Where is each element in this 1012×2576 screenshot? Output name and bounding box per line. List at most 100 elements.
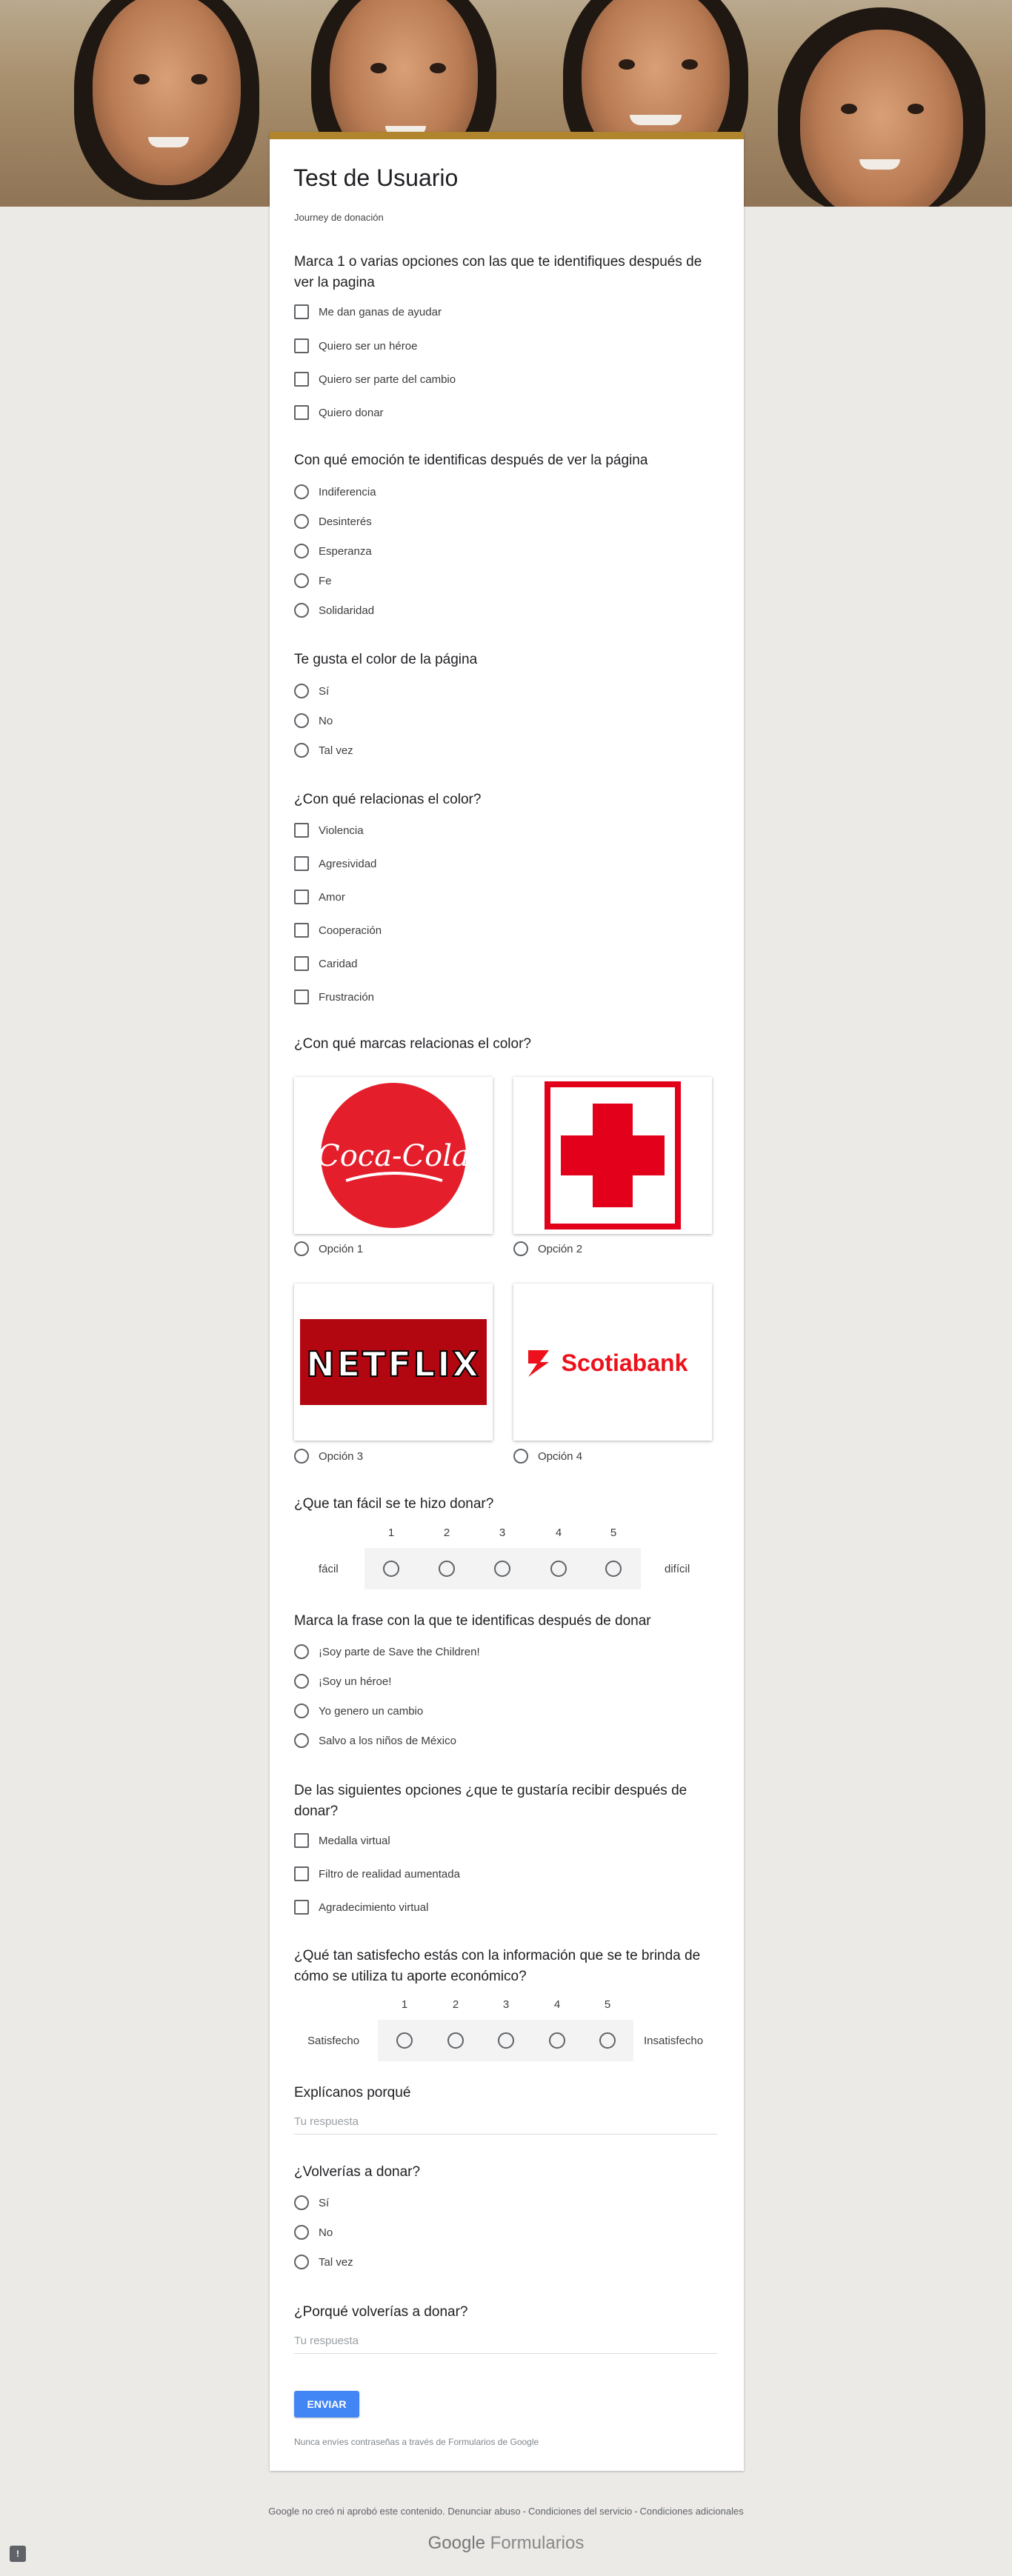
checkbox[interactable] [294,304,309,319]
checkbox-option[interactable]: Frustración [294,989,374,1005]
question-title: ¿Porqué volverías a donar? [294,2304,468,2320]
radio-button[interactable] [294,544,309,558]
checkbox-option[interactable]: Amor [294,889,345,905]
checkbox[interactable] [294,856,309,871]
radio-option[interactable]: Tal vez [294,742,353,758]
radio-option[interactable]: Sí [294,2195,329,2211]
radio-option[interactable]: Salvo a los niños de México [294,1732,456,1749]
checkbox-option[interactable]: Agresividad [294,855,376,872]
scale-radio-1[interactable] [396,2032,413,2049]
radio-button[interactable] [294,573,309,588]
radio-button[interactable] [294,713,309,728]
report-problem-icon[interactable]: ! [10,2546,26,2562]
checkbox-option[interactable]: Medalla virtual [294,1832,390,1849]
checkbox[interactable] [294,405,309,420]
checkbox-option[interactable]: Cooperación [294,922,382,938]
radio-button[interactable] [294,484,309,499]
checkbox[interactable] [294,338,309,353]
checkbox[interactable] [294,823,309,838]
link-report-abuse[interactable]: Denunciar abuso [447,2506,520,2517]
radio-option[interactable]: Opción 3 [294,1448,363,1464]
radio-button[interactable] [294,1449,309,1464]
scale-radio-2[interactable] [439,1561,455,1577]
checkbox[interactable] [294,1866,309,1881]
scale-number: 3 [502,1998,510,2011]
radio-button[interactable] [294,2225,309,2240]
radio-option[interactable]: Yo genero un cambio [294,1703,423,1719]
scale-number: 1 [401,1998,408,2011]
scale-radio-4[interactable] [549,2032,565,2049]
scale-radio-5[interactable] [605,1561,622,1577]
checkbox[interactable] [294,956,309,971]
radio-option[interactable]: Tal vez [294,2254,353,2270]
scotiabank-logo-text: Scotiabank [562,1349,688,1376]
radio-button[interactable] [294,2195,309,2210]
radio-button[interactable] [294,1733,309,1748]
short-answer-input[interactable]: Tu respuesta [294,2112,718,2135]
question-title: Con qué emoción te identificas después d… [294,453,648,468]
checkbox-option[interactable]: Caridad [294,955,358,972]
radio-button[interactable] [294,514,309,529]
question-title: ¿Qué tan satisfecho estás con la informa… [294,1948,701,1984]
radio-button[interactable] [294,1704,309,1718]
coca-cola-logo-image[interactable]: Coca-Cola [294,1077,493,1234]
link-terms-of-service[interactable]: Condiciones del servicio [528,2506,632,2517]
link-additional-terms[interactable]: Condiciones adicionales [640,2506,744,2517]
google-forms-logo[interactable]: Google Formularios [0,2533,1012,2554]
question-title: De las siguientes opciones ¿que te gusta… [294,1783,688,1819]
radio-option[interactable]: Esperanza [294,543,372,559]
scale-radio-1[interactable] [383,1561,399,1577]
radio-option[interactable]: Solidaridad [294,602,374,618]
scale-radio-5[interactable] [599,2032,616,2049]
submit-button[interactable]: ENVIAR [294,2391,359,2417]
radio-option[interactable]: Opción 2 [513,1241,582,1257]
radio-option[interactable]: ¡Soy un héroe! [294,1673,391,1689]
scale-number: 3 [499,1526,506,1539]
checkbox[interactable] [294,923,309,938]
scotiabank-logo-image[interactable]: Scotiabank [513,1284,712,1441]
checkbox-option[interactable]: Agradecimiento virtual [294,1899,428,1915]
footer-disclaimer: Google no creó ni aprobó este contenido. [268,2506,445,2517]
scale-radio-3[interactable] [498,2032,514,2049]
radio-option[interactable]: No [294,713,333,729]
checkbox[interactable] [294,890,309,904]
netflix-logo-text: NETFLIX [306,1344,481,1384]
radio-option[interactable]: Fe [294,573,332,589]
question-title: ¿Con qué relacionas el color? [294,792,482,807]
radio-button[interactable] [294,1644,309,1659]
netflix-logo-image[interactable]: NETFLIX [294,1284,493,1441]
radio-button[interactable] [294,2255,309,2269]
checkbox[interactable] [294,372,309,387]
radio-option[interactable]: Opción 4 [513,1448,582,1464]
short-answer-input[interactable]: Tu respuesta [294,2332,718,2354]
radio-button[interactable] [294,743,309,758]
checkbox-option[interactable]: Quiero ser parte del cambio [294,371,456,387]
scale-number: 5 [610,1526,617,1539]
radio-option[interactable]: Sí [294,683,329,699]
radio-button[interactable] [294,684,309,698]
radio-button[interactable] [294,1674,309,1689]
checkbox[interactable] [294,990,309,1004]
checkbox-option[interactable]: Quiero ser un héroe [294,338,417,354]
checkbox-option[interactable]: Me dan ganas de ayudar [294,304,442,320]
checkbox-option[interactable]: Quiero donar [294,404,384,421]
scale-radio-4[interactable] [550,1561,567,1577]
checkbox[interactable] [294,1900,309,1915]
radio-option[interactable]: Opción 1 [294,1241,363,1257]
radio-option[interactable]: No [294,2224,333,2240]
radio-button[interactable] [294,603,309,618]
scale-radio-2[interactable] [447,2032,464,2049]
radio-option[interactable]: Desinterés [294,513,372,530]
radio-option[interactable]: Indiferencia [294,484,376,500]
radio-button[interactable] [294,1241,309,1256]
scale-radio-3[interactable] [494,1561,510,1577]
scale-number: 2 [452,1998,459,2011]
scale-min-label: fácil [319,1563,339,1575]
checkbox-option[interactable]: Filtro de realidad aumentada [294,1866,460,1882]
radio-option[interactable]: ¡Soy parte de Save the Children! [294,1644,480,1660]
checkbox[interactable] [294,1833,309,1848]
radio-button[interactable] [513,1449,528,1464]
checkbox-option[interactable]: Violencia [294,822,364,838]
radio-button[interactable] [513,1241,528,1256]
red-cross-logo-image[interactable] [513,1077,712,1234]
